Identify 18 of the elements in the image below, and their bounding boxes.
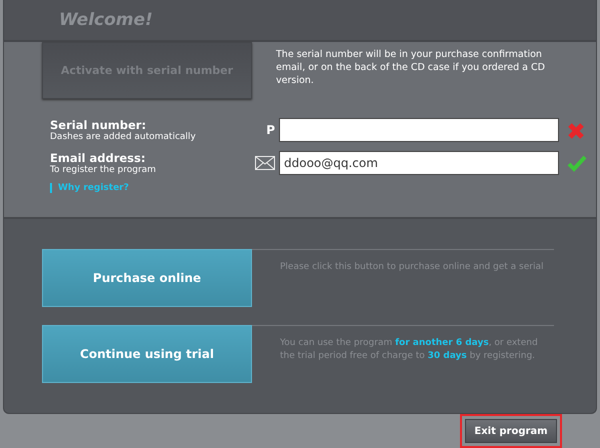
option-button[interactable]: Purchase online <box>42 249 252 307</box>
field-label: Email address: <box>50 151 146 165</box>
option-button[interactable]: Continue using trial <box>42 325 252 383</box>
prefix-label: P <box>266 123 275 137</box>
option-description: You can use the program for another 6 days, or extend the trial period free of charge to 30 days by registering. <box>280 337 539 363</box>
error-icon <box>567 122 585 140</box>
field-hint: Dashes are added automatically <box>50 132 197 142</box>
why-register-link[interactable]: Why register? <box>50 183 246 193</box>
email-field[interactable]: ddooo@qq.com <box>279 151 559 175</box>
info-text: The serial number will be in your purchase confirmation email, or on the back of the CD case if you ordered a CD version. <box>276 48 546 88</box>
exit-button[interactable]: Exit program <box>465 419 557 443</box>
field-hint: To register the program <box>50 165 157 175</box>
envelope-icon <box>255 156 275 170</box>
window-title: Welcome! <box>59 10 153 30</box>
serial-field[interactable] <box>279 118 559 142</box>
field-label: Serial number: <box>50 118 148 132</box>
check-icon <box>567 155 587 172</box>
option-description: Please click this button to purchase online and get a serial <box>280 261 545 274</box>
